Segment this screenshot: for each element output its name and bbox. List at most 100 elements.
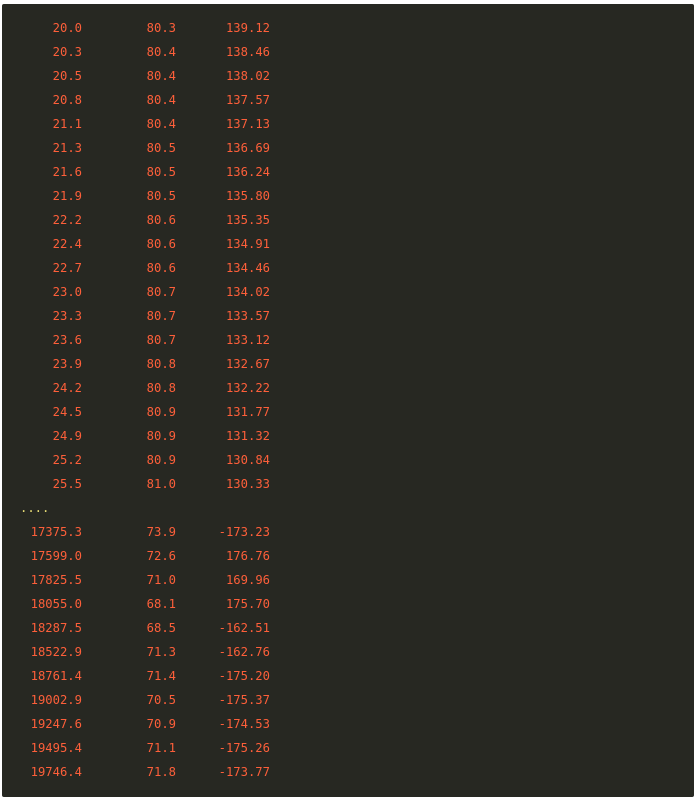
table-cell: 19746.4 [30, 765, 82, 779]
table-cell: 21.6 [52, 165, 82, 179]
table-cell: 72.6 [146, 549, 176, 563]
table-cell: 139.12 [225, 21, 270, 35]
table-row: 17375.3 73.9 -173.23 [2, 524, 302, 548]
output-table: 20.0 80.3 139.12 20.3 80.4 138.46 20.5 80.4 138.… [2, 20, 302, 788]
table-row: 19495.4 71.1 -175.26 [2, 740, 302, 764]
table-cell: -162.51 [218, 621, 270, 635]
table-row: 20.0 80.3 139.12 [2, 20, 302, 44]
table-cell: -175.20 [218, 669, 270, 683]
table-cell: 80.3 [146, 21, 176, 35]
table-cell: 80.4 [146, 93, 176, 107]
table-row: 23.9 80.8 132.67 [2, 356, 302, 380]
table-cell: 22.2 [52, 213, 82, 227]
table-row: 19002.9 70.5 -175.37 [2, 692, 302, 716]
table-cell: 130.84 [225, 453, 270, 467]
table-cell: 23.6 [52, 333, 82, 347]
table-row: 24.2 80.8 132.22 [2, 380, 302, 404]
code-output-panel: 20.0 80.3 139.12 20.3 80.4 138.46 20.5 80.4 138.… [2, 4, 694, 797]
table-row: 17825.5 71.0 169.96 [2, 572, 302, 596]
table-cell: 18522.9 [30, 645, 82, 659]
table-row: 20.5 80.4 138.02 [2, 68, 302, 92]
table-row: 19247.6 70.9 -174.53 [2, 716, 302, 740]
table-cell: -175.37 [218, 693, 270, 707]
table-cell: 138.02 [225, 69, 270, 83]
table-cell: 71.8 [146, 765, 176, 779]
table-cell: 80.7 [146, 285, 176, 299]
ellipsis-row: .... [2, 500, 302, 524]
table-cell: 80.6 [146, 261, 176, 275]
table-row: 18761.4 71.4 -175.20 [2, 668, 302, 692]
table-row: 23.3 80.7 133.57 [2, 308, 302, 332]
table-row: 19746.4 71.8 -173.77 [2, 764, 302, 788]
table-cell: 21.9 [52, 189, 82, 203]
table-cell: 25.2 [52, 453, 82, 467]
bottom-rows-group: 17375.3 73.9 -173.23 17599.0 72.6 176.76 17825… [2, 524, 302, 788]
table-cell: 24.2 [52, 381, 82, 395]
table-row: 25.2 80.9 130.84 [2, 452, 302, 476]
table-cell: 169.96 [225, 573, 270, 587]
table-row: 25.5 81.0 130.33 [2, 476, 302, 500]
table-row: 21.3 80.5 136.69 [2, 140, 302, 164]
table-cell: 132.67 [225, 357, 270, 371]
table-cell: 17599.0 [30, 549, 82, 563]
table-cell: 80.9 [146, 453, 176, 467]
table-row: 22.4 80.6 134.91 [2, 236, 302, 260]
table-row: 24.5 80.9 131.77 [2, 404, 302, 428]
table-cell: -175.26 [218, 741, 270, 755]
table-cell: 80.7 [146, 309, 176, 323]
table-cell: 22.4 [52, 237, 82, 251]
table-row: 18522.9 71.3 -162.76 [2, 644, 302, 668]
table-row: 21.1 80.4 137.13 [2, 116, 302, 140]
table-cell: 70.9 [146, 717, 176, 731]
table-cell: 136.69 [225, 141, 270, 155]
table-row: 17599.0 72.6 176.76 [2, 548, 302, 572]
table-cell: 138.46 [225, 45, 270, 59]
table-cell: 134.02 [225, 285, 270, 299]
table-row: 24.9 80.9 131.32 [2, 428, 302, 452]
table-cell: 131.32 [225, 429, 270, 443]
ellipsis-text: .... [20, 501, 50, 515]
table-cell: 25.5 [52, 477, 82, 491]
table-cell: 20.8 [52, 93, 82, 107]
table-row: 23.0 80.7 134.02 [2, 284, 302, 308]
table-cell: 80.6 [146, 213, 176, 227]
table-cell: 80.9 [146, 429, 176, 443]
table-cell: 21.3 [52, 141, 82, 155]
top-rows-group: 20.0 80.3 139.12 20.3 80.4 138.46 20.5 80.4 138.… [2, 20, 302, 500]
table-cell: 132.22 [225, 381, 270, 395]
table-cell: 175.70 [225, 597, 270, 611]
table-cell: 19247.6 [30, 717, 82, 731]
table-cell: -173.77 [218, 765, 270, 779]
table-cell: 68.1 [146, 597, 176, 611]
table-cell: 71.3 [146, 645, 176, 659]
table-cell: 131.77 [225, 405, 270, 419]
table-cell: 17825.5 [30, 573, 82, 587]
table-cell: 22.7 [52, 261, 82, 275]
table-cell: 20.5 [52, 69, 82, 83]
table-row: 21.9 80.5 135.80 [2, 188, 302, 212]
table-cell: 19495.4 [30, 741, 82, 755]
table-cell: 134.46 [225, 261, 270, 275]
table-cell: 137.57 [225, 93, 270, 107]
table-cell: -173.23 [218, 525, 270, 539]
table-cell: 23.0 [52, 285, 82, 299]
table-cell: 71.0 [146, 573, 176, 587]
table-cell: 21.1 [52, 117, 82, 131]
table-row: 22.7 80.6 134.46 [2, 260, 302, 284]
table-cell: 70.5 [146, 693, 176, 707]
table-cell: 73.9 [146, 525, 176, 539]
table-cell: 176.76 [225, 549, 270, 563]
table-cell: 23.9 [52, 357, 82, 371]
table-cell: 80.5 [146, 189, 176, 203]
table-cell: 133.12 [225, 333, 270, 347]
table-cell: 80.9 [146, 405, 176, 419]
table-cell: 80.5 [146, 165, 176, 179]
table-cell: -162.76 [218, 645, 270, 659]
table-cell: 80.4 [146, 69, 176, 83]
table-cell: 133.57 [225, 309, 270, 323]
table-row: 20.8 80.4 137.57 [2, 92, 302, 116]
table-cell: 135.80 [225, 189, 270, 203]
table-cell: 80.5 [146, 141, 176, 155]
table-cell: 80.8 [146, 357, 176, 371]
table-cell: 81.0 [146, 477, 176, 491]
